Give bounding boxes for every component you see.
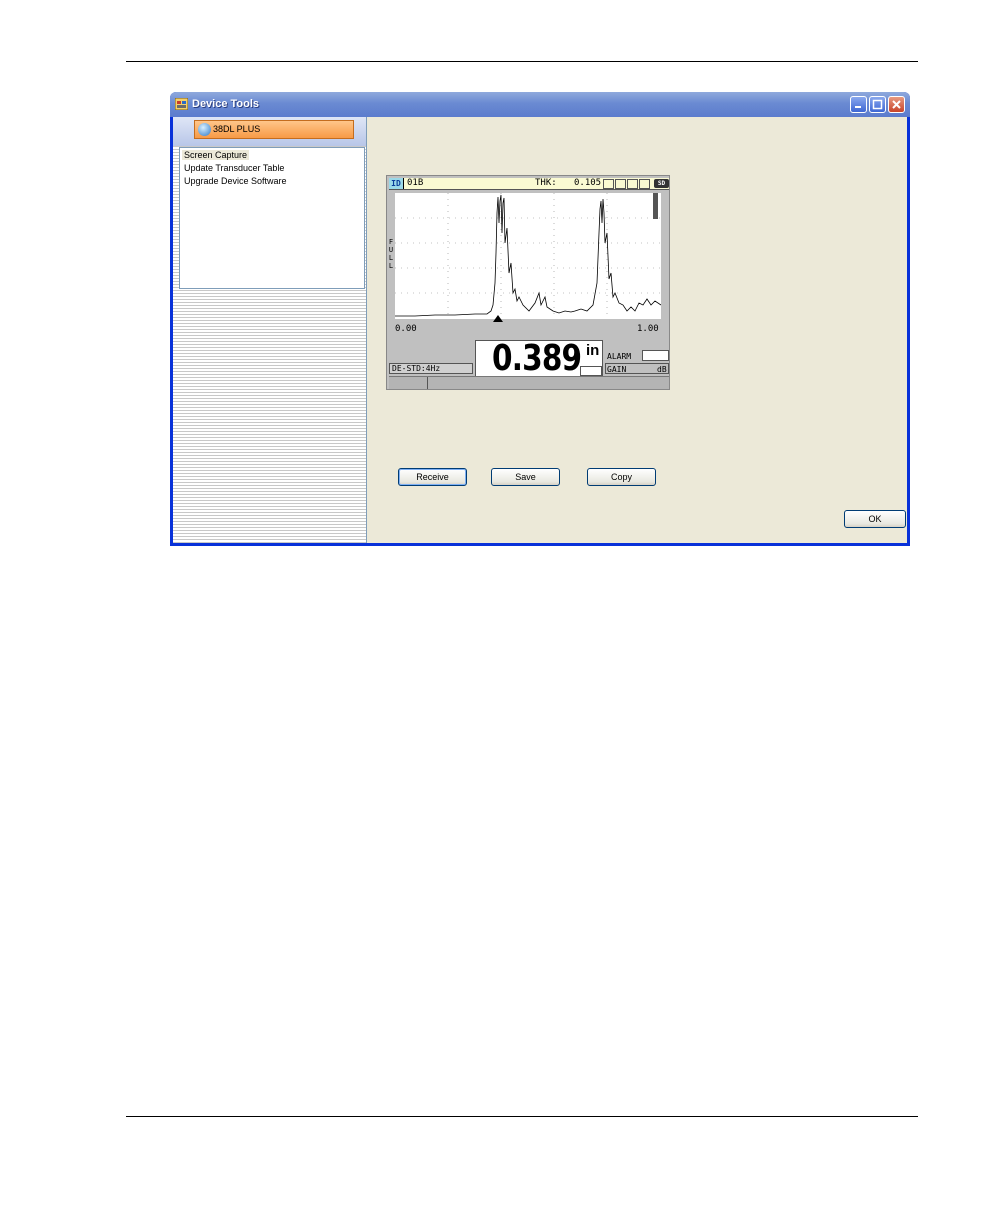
navigation-pane: 38DL PLUS Screen Capture Update Transduc… [173, 117, 367, 543]
x-axis-min: 0.00 [395, 324, 417, 334]
minimize-button[interactable] [850, 96, 867, 113]
globe-icon [198, 123, 211, 136]
list-item-screen-capture[interactable]: Screen Capture [182, 150, 250, 160]
plot-grid [395, 193, 661, 319]
screen-top-bar: ID 01B THK: 0.105 SD [389, 178, 669, 190]
alarm-box [642, 350, 669, 361]
indicator-boxes [603, 179, 650, 189]
ok-button[interactable]: OK [844, 510, 906, 528]
device-button[interactable]: 38DL PLUS [194, 120, 354, 139]
window-title: Device Tools [192, 98, 260, 110]
screen-bottom-bar [389, 376, 669, 389]
thk-value: 0.105 [574, 178, 602, 188]
receive-button[interactable]: Receive [398, 468, 467, 486]
alarm-label: ALARM [607, 352, 632, 361]
waveform-plot [395, 193, 661, 319]
maximize-icon [872, 99, 883, 110]
save-button[interactable]: Save [491, 468, 560, 486]
list-item-update-transducer-table[interactable]: Update Transducer Table [184, 163, 284, 173]
full-label: FULL [388, 238, 394, 270]
screen-capture-image: ID 01B THK: 0.105 SD FULL 0.00 1.00 DE-S… [386, 175, 670, 390]
title-bar[interactable]: Device Tools [170, 92, 910, 117]
footer-rule [126, 1116, 918, 1117]
device-label: 38DL PLUS [213, 124, 261, 134]
sd-card-icon: SD [654, 179, 669, 188]
thk-label: THK: [535, 178, 557, 188]
gain-scale-bar [653, 193, 658, 219]
pane-header: 38DL PLUS [173, 117, 366, 146]
gain-unit: dB [657, 365, 667, 374]
x-axis-max: 1.00 [637, 324, 659, 334]
mode-status: DE-STD:4Hz [389, 363, 473, 374]
header-rule [126, 61, 918, 62]
reading-unit: in [586, 342, 600, 359]
unit-box [580, 366, 602, 376]
id-value: 01B [407, 178, 424, 188]
minimize-icon [855, 106, 861, 108]
waveform-trace [395, 194, 661, 317]
app-icon [175, 98, 188, 110]
bottom-segment [389, 377, 428, 389]
thickness-reading: 0.389 [492, 338, 582, 379]
device-tools-window: Device Tools 38DL PLUS Screen Capture Up… [170, 92, 910, 546]
close-button[interactable] [888, 96, 905, 113]
maximize-button[interactable] [869, 96, 886, 113]
gain-label: GAIN [607, 365, 627, 374]
thickness-reading-box: 0.389 in [475, 338, 603, 379]
id-badge: ID [389, 178, 404, 189]
window-client-area: 38DL PLUS Screen Capture Update Transduc… [173, 117, 907, 543]
gate-marker-icon [493, 315, 503, 322]
close-icon [892, 100, 901, 109]
tools-list[interactable]: Screen Capture Update Transducer Table U… [179, 147, 365, 289]
copy-button[interactable]: Copy [587, 468, 656, 486]
list-item-upgrade-device-software[interactable]: Upgrade Device Software [184, 176, 287, 186]
